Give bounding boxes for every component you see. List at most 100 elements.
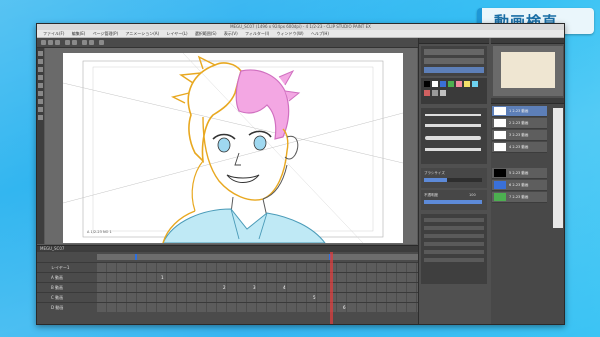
track-label: A 動画 (51, 275, 64, 280)
opacity-label: 不透明度 (424, 193, 438, 197)
swatch-pink[interactable] (456, 81, 462, 87)
layer-name: 7 2-23 動画 (509, 195, 529, 199)
layer-row[interactable]: 5 2-23 動画 (492, 168, 547, 179)
layer-name: 1 2-23 動画 (509, 109, 529, 113)
frame-number[interactable]: 6 (343, 303, 346, 312)
layer-row[interactable]: 3 2-23 動画 (492, 130, 547, 141)
menu-window[interactable]: ウィンドウ(W) (276, 31, 303, 36)
track-frames[interactable] (97, 263, 418, 272)
select-tool-icon[interactable] (38, 67, 43, 72)
clear-icon[interactable] (82, 40, 87, 45)
timeline-track[interactable]: D 動画 6 (37, 302, 418, 312)
zoom-tool-icon[interactable] (38, 51, 43, 56)
brush-preview-panel[interactable] (421, 108, 487, 164)
menu-file[interactable]: ファイル(F) (43, 31, 64, 36)
swatch-red[interactable] (424, 90, 430, 96)
navigator-preview[interactable] (493, 46, 563, 96)
layer-row[interactable]: 4 2-23 動画 (492, 142, 547, 153)
opacity-value[interactable]: 100 (469, 193, 476, 197)
canvas-area: A 1/2-23 NO 1 (45, 48, 417, 244)
timeline-header: MEGU_SC07 (37, 246, 421, 252)
transform-icon[interactable] (89, 40, 94, 45)
timeline-track[interactable]: B 動画 2 3 4 (37, 282, 418, 292)
swatch-cyan[interactable] (472, 81, 478, 87)
swatch-white[interactable] (432, 81, 438, 87)
fill-tool-icon[interactable] (38, 107, 43, 112)
playhead[interactable] (330, 252, 333, 324)
right-panels: ブラシサイズ 不透明度 100 1 2-23 動画 2 2-23 動画 3 2-… (418, 38, 564, 324)
track-label: レイヤー1 (51, 265, 70, 270)
layer-scrollbar[interactable] (553, 108, 563, 228)
tool-options-list[interactable] (421, 214, 487, 284)
swatch-blue[interactable] (440, 81, 446, 87)
layer-row[interactable]: 7 2-23 動画 (492, 192, 547, 203)
layer-row[interactable]: 6 2-23 動画 (492, 180, 547, 191)
opacity-slider[interactable] (424, 200, 482, 204)
pen-tool-icon[interactable] (38, 75, 43, 80)
track-frames[interactable] (97, 293, 418, 302)
app-window: MEGU_SC07 (1496 x 924px 600dpi) - 4 1/2-… (36, 23, 565, 325)
track-frames[interactable] (97, 303, 418, 312)
frame-number[interactable]: 2 (223, 283, 226, 292)
menu-filter[interactable]: フィルター(I) (245, 31, 269, 36)
frame-number[interactable]: 1 (161, 273, 164, 282)
tool-property-panel: ブラシサイズ (421, 168, 487, 188)
layer-name: 6 2-23 動画 (509, 183, 529, 187)
menu-edit[interactable]: 編集(E) (72, 31, 86, 36)
layer-row[interactable]: 2 2-23 動画 (492, 118, 547, 129)
new-file-icon[interactable] (41, 40, 46, 45)
layer-name: 4 2-23 動画 (509, 145, 529, 149)
frame-number[interactable]: 5 (313, 293, 316, 302)
swatch-green[interactable] (448, 81, 454, 87)
snap-icon[interactable] (99, 40, 104, 45)
open-file-icon[interactable] (48, 40, 53, 45)
swatch-light-gray[interactable] (440, 90, 446, 96)
frame-number[interactable]: 4 (283, 283, 286, 292)
menu-select[interactable]: 選択範囲(S) (195, 31, 217, 36)
text-tool-icon[interactable] (38, 115, 43, 120)
layer-name: 5 2-23 動画 (509, 171, 529, 175)
canvas-corner-note: A 1/2-23 NO 1 (87, 230, 112, 234)
move-tool-icon[interactable] (38, 59, 43, 64)
redo-icon[interactable] (72, 40, 77, 45)
layer-name: 3 2-23 動画 (509, 133, 529, 137)
navigator-header (491, 38, 564, 44)
swatch-black[interactable] (424, 81, 430, 87)
timeline-panel: MEGU_SC07 レイヤー1 A 動画 1 B 動画 2 3 4 C 動画 5… (37, 245, 421, 324)
swatch-yellow[interactable] (464, 81, 470, 87)
menu-view[interactable]: 表示(V) (224, 31, 238, 36)
timeline-track[interactable]: C 動画 5 (37, 292, 418, 302)
menu-bar: ファイル(F) 編集(E) ページ管理(P) アニメーション(A) レイヤー(L… (37, 30, 564, 38)
drawing-canvas[interactable]: A 1/2-23 NO 1 (62, 52, 404, 244)
color-palette[interactable] (421, 78, 487, 104)
layer-name: 2 2-23 動画 (509, 121, 529, 125)
brush-tool-icon[interactable] (38, 91, 43, 96)
track-label: B 動画 (51, 285, 64, 290)
timeline-start-marker[interactable] (135, 254, 137, 260)
undo-icon[interactable] (65, 40, 70, 45)
sub-tool-list[interactable] (421, 46, 487, 76)
frame-number[interactable]: 3 (253, 283, 256, 292)
timeline-track[interactable]: A 動画 1 (37, 272, 418, 282)
brush-size-slider[interactable] (424, 178, 482, 182)
opacity-panel: 不透明度 100 (421, 190, 487, 210)
save-icon[interactable] (55, 40, 60, 45)
layer-row[interactable]: 1 2-23 動画 (492, 106, 547, 117)
pencil-tool-icon[interactable] (38, 83, 43, 88)
anime-character-sketch-icon (62, 52, 404, 244)
track-frames[interactable] (97, 273, 418, 282)
track-frames[interactable] (97, 283, 418, 292)
menu-animation[interactable]: アニメーション(A) (125, 31, 159, 36)
menu-layer[interactable]: レイヤー(L) (166, 31, 187, 36)
layer-list: 1 2-23 動画 2 2-23 動画 3 2-23 動画 4 2-23 動画 … (491, 104, 564, 324)
track-label: C 動画 (51, 295, 64, 300)
timeline-track[interactable]: レイヤー1 (37, 262, 418, 272)
sub-tool-panel-header (419, 38, 489, 44)
tool-palette (37, 48, 44, 244)
eraser-tool-icon[interactable] (38, 99, 43, 104)
brush-size-label: ブラシサイズ (424, 171, 445, 175)
swatch-gray[interactable] (432, 90, 438, 96)
menu-page[interactable]: ページ管理(P) (93, 31, 118, 36)
menu-help[interactable]: ヘルプ(H) (311, 31, 329, 36)
timeline-ruler[interactable] (97, 254, 418, 260)
